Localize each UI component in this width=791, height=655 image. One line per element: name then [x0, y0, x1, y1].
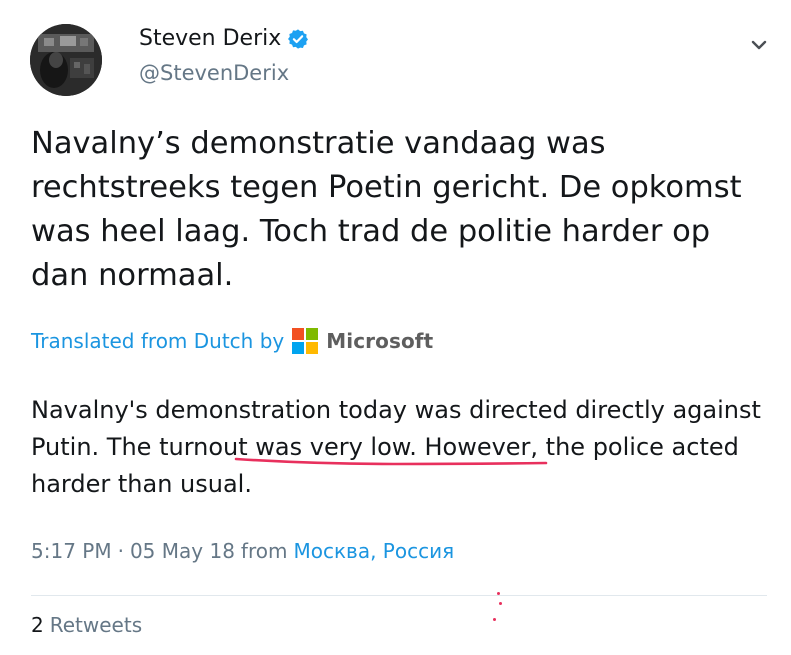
red-underline-annotation	[234, 457, 548, 466]
translated-text: Navalny's demonstration today was direct…	[31, 392, 771, 503]
author-handle[interactable]: @StevenDerix	[139, 61, 289, 85]
verified-badge-icon	[288, 28, 309, 49]
retweet-label: Retweets	[49, 613, 143, 637]
tweet-time[interactable]: 5:17 PM	[31, 539, 112, 563]
meta-from-label: from	[240, 539, 288, 563]
meta-separator: ·	[117, 539, 124, 563]
translation-credit-label[interactable]: Translated from Dutch by	[31, 329, 284, 353]
tweet-text: Navalny’s demonstratie vandaag was recht…	[31, 126, 742, 293]
annotation-dot	[493, 618, 496, 621]
retweet-stats[interactable]: 2 Retweets	[31, 613, 142, 637]
tweet-date[interactable]: 05 May 18	[130, 539, 235, 563]
chevron-down-icon[interactable]	[749, 36, 769, 54]
avatar[interactable]	[30, 24, 102, 96]
retweet-count: 2	[31, 613, 44, 637]
annotation-dot	[499, 602, 502, 605]
avatar-photo	[30, 24, 102, 96]
divider	[31, 595, 767, 596]
tweet-meta: 5:17 PM · 05 May 18 from Москва, Россия	[31, 539, 454, 563]
translation-provider: Microsoft	[326, 329, 434, 353]
microsoft-logo-icon	[292, 328, 319, 354]
tweet-location[interactable]: Москва, Россия	[293, 539, 454, 563]
translation-credit: Translated from Dutch by Microsoft	[31, 328, 433, 354]
annotation-dot	[497, 592, 500, 595]
author-name-text: Steven Derix	[139, 26, 282, 51]
author-name[interactable]: Steven Derix	[139, 26, 309, 51]
